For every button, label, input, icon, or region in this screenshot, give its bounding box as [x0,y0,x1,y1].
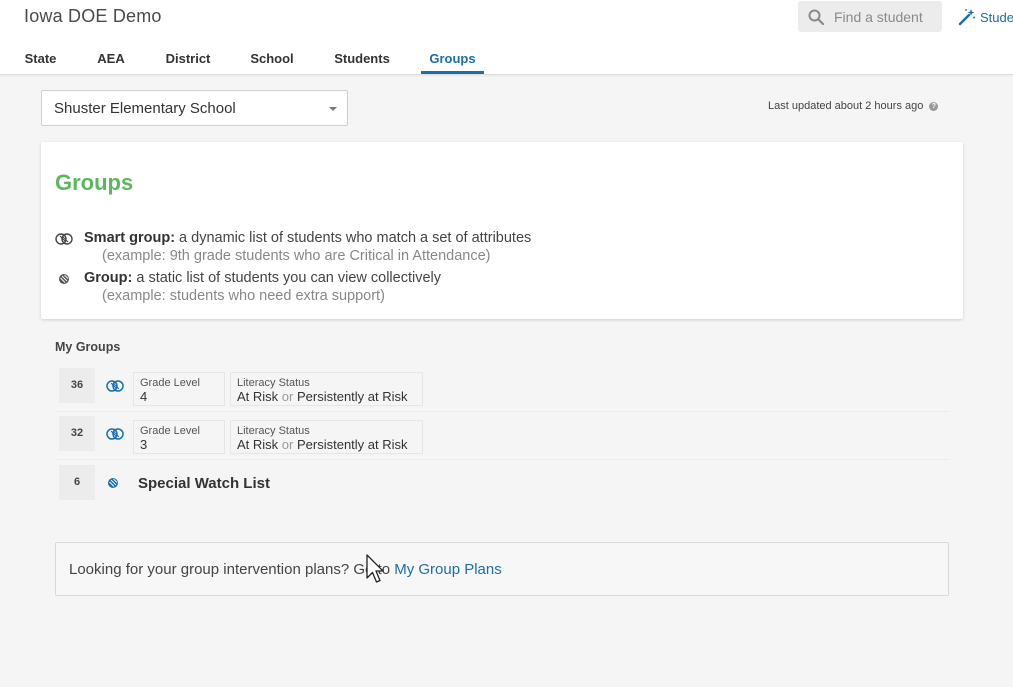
group-row[interactable]: 6 Special Watch List [55,460,949,505]
last-updated-text: Last updated about 2 hours ago [768,100,924,112]
criteria-literacy-status: Literacy Status At Risk or Persistently … [230,420,423,454]
student-tools-label: Stude [980,9,1013,25]
criteria-grade-level: Grade Level 3 [133,420,225,454]
criteria-value: At Risk or Persistently at Risk [237,389,408,404]
criteria-value: 3 [140,437,148,452]
help-icon[interactable]: ? [929,101,939,111]
smart-group-icon [106,380,124,392]
tab-school[interactable]: School [243,46,301,74]
group-plans-callout: Looking for your group intervention plan… [55,542,949,596]
tab-aea[interactable]: AEA [91,46,131,74]
search-icon [808,9,824,25]
student-tools-link[interactable]: Stude [958,7,1013,27]
group-example: (example: students who need extra suppor… [102,288,385,304]
my-groups-title: My Groups [55,340,121,354]
smart-group-icon [55,233,73,245]
smart-group-text: Smart group: a dynamic list of students … [84,230,532,246]
smart-group-example: (example: 9th grade students who are Cri… [102,248,491,264]
group-count-badge: 36 [59,368,95,403]
student-search[interactable] [798,1,942,32]
top-bar: Iowa DOE Demo Stude State AEA District S… [0,0,1013,75]
criteria-value: 4 [140,389,148,404]
group-count-badge: 6 [59,465,95,500]
chevron-down-icon [329,107,337,111]
group-plans-text: Looking for your group intervention plan… [69,561,502,578]
criteria-key: Literacy Status [237,425,310,437]
smart-group-icon [106,428,124,440]
groups-info-card: Groups Smart group: a dynamic list of st… [41,142,963,319]
school-select-value: Shuster Elementary School [54,100,236,117]
tab-state[interactable]: State [15,46,66,74]
search-input[interactable] [834,1,938,32]
group-row[interactable]: 32 Grade Level 3 Literacy Status At Risk… [55,412,949,460]
criteria-key: Grade Level [140,377,200,389]
school-select[interactable]: Shuster Elementary School [41,90,348,126]
group-icon [59,274,69,284]
group-count-badge: 32 [59,416,95,451]
tab-students[interactable]: Students [325,46,399,74]
tab-district[interactable]: District [156,46,220,74]
last-updated: Last updated about 2 hours ago ? [768,100,939,112]
criteria-grade-level: Grade Level 4 [133,372,225,406]
criteria-value: At Risk or Persistently at Risk [237,437,408,452]
mouse-cursor-icon [366,554,384,583]
group-name: Special Watch List [138,475,270,492]
group-row[interactable]: 36 Grade Level 4 Literacy Status At Risk… [55,364,949,412]
group-icon [108,478,118,488]
page-title: Groups [55,170,134,195]
my-group-plans-link[interactable]: My Group Plans [394,561,502,578]
group-text: Group: a static list of students you can… [84,270,441,286]
tab-groups[interactable]: Groups [421,46,484,74]
criteria-literacy-status: Literacy Status At Risk or Persistently … [230,372,423,406]
app-title: Iowa DOE Demo [24,6,162,26]
criteria-key: Grade Level [140,425,200,437]
criteria-key: Literacy Status [237,377,310,389]
magic-wand-icon [958,9,975,26]
